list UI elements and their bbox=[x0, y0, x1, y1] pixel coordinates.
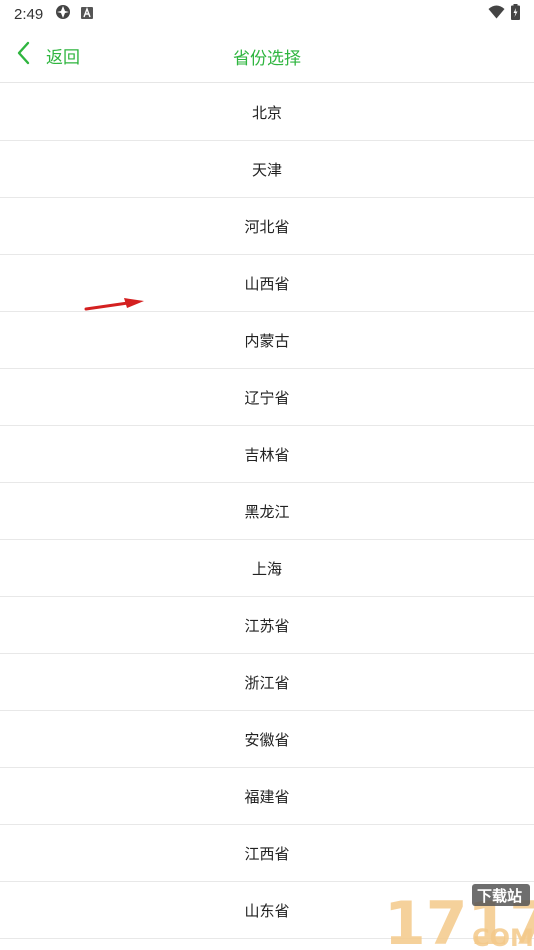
list-item-label: 北京 bbox=[251, 103, 282, 122]
a-icon bbox=[81, 5, 94, 23]
list-item[interactable]: 天津 bbox=[0, 141, 534, 198]
list-item[interactable]: 江苏省 bbox=[0, 597, 534, 654]
list-item-label: 辽宁省 bbox=[244, 388, 290, 407]
screen: 2:49 返回 省份选择 北京 天津 河北省 山西省 内蒙古 辽宁省 吉林省 黑… bbox=[0, 0, 534, 950]
list-item-label: 内蒙古 bbox=[244, 331, 290, 350]
list-item-label: 天津 bbox=[251, 160, 282, 179]
list-item-label: 浙江省 bbox=[244, 673, 290, 692]
list-item-label: 江苏省 bbox=[244, 616, 290, 635]
list-item[interactable]: 黑龙江 bbox=[0, 483, 534, 540]
list-item[interactable]: 上海 bbox=[0, 540, 534, 597]
list-item[interactable]: 安徽省 bbox=[0, 711, 534, 768]
list-item[interactable]: 山西省 bbox=[0, 255, 534, 312]
list-item[interactable]: 河北省 bbox=[0, 198, 534, 255]
province-list: 北京 天津 河北省 山西省 内蒙古 辽宁省 吉林省 黑龙江 上海 江苏省 浙江省… bbox=[0, 84, 534, 939]
list-item-label: 河北省 bbox=[244, 217, 290, 236]
page-title: 省份选择 bbox=[233, 49, 301, 69]
list-item[interactable]: 内蒙古 bbox=[0, 312, 534, 369]
status-icons-right bbox=[488, 4, 520, 24]
status-time: 2:49 bbox=[14, 5, 44, 23]
annotation-arrow-icon bbox=[84, 298, 144, 311]
watermark-logo: 17178 下载站 COM bbox=[384, 884, 534, 950]
list-item-label: 黑龙江 bbox=[244, 502, 290, 521]
app-icon bbox=[55, 4, 71, 24]
list-item-label: 吉林省 bbox=[244, 445, 290, 464]
list-item[interactable]: 吉林省 bbox=[0, 426, 534, 483]
list-item-label: 福建省 bbox=[244, 787, 290, 806]
nav-bar: 返回 省份选择 bbox=[0, 28, 534, 83]
watermark-badge: 下载站 bbox=[477, 887, 522, 905]
list-item[interactable]: 福建省 bbox=[0, 768, 534, 825]
list-item-label: 江西省 bbox=[244, 844, 290, 863]
list-item-label: 山东省 bbox=[244, 901, 290, 920]
list-item[interactable]: 北京 bbox=[0, 84, 534, 141]
battery-icon bbox=[511, 4, 520, 24]
list-item[interactable]: 浙江省 bbox=[0, 654, 534, 711]
wifi-icon bbox=[488, 5, 505, 23]
list-item-label: 上海 bbox=[251, 559, 282, 578]
list-item-label: 安徽省 bbox=[244, 730, 290, 749]
list-item[interactable]: 江西省 bbox=[0, 825, 534, 882]
list-item[interactable]: 辽宁省 bbox=[0, 369, 534, 426]
watermark-suffix: COM bbox=[472, 924, 534, 950]
status-bar: 2:49 bbox=[0, 0, 534, 28]
list-item-label: 山西省 bbox=[244, 274, 290, 293]
